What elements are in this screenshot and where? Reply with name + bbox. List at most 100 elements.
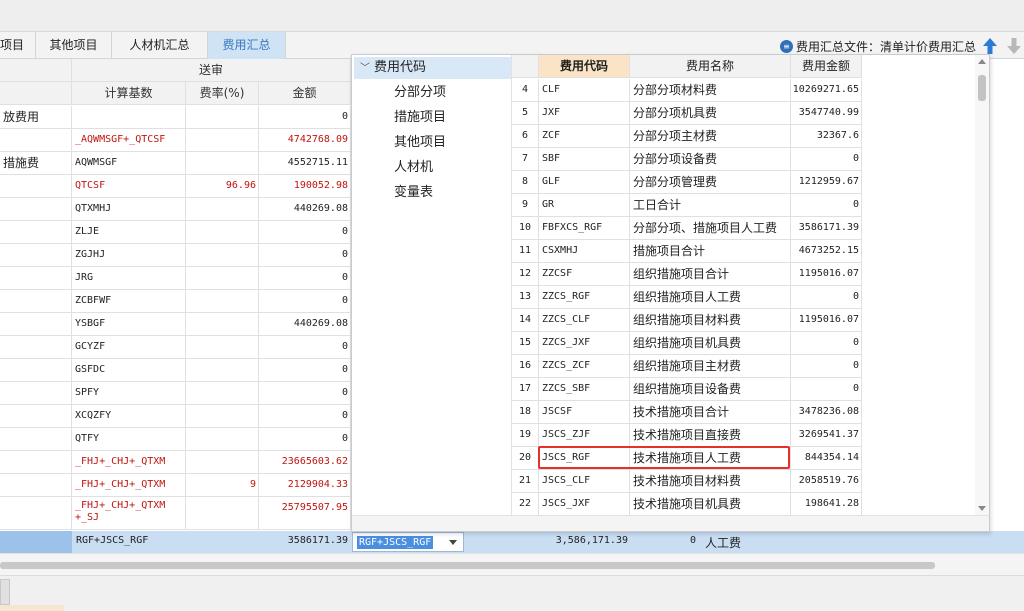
scroll-down-icon[interactable]	[978, 506, 986, 511]
table-row[interactable]: 12 ZZCSF 组织措施项目合计 1195016.07	[512, 263, 862, 286]
table-cell-code[interactable]: ZZCS_SBF	[539, 378, 630, 401]
table-cell-basis[interactable]: QTCSF	[72, 175, 186, 198]
table-cell-amount[interactable]: 4673252.15	[791, 240, 862, 263]
table-cell-rate[interactable]	[186, 198, 259, 221]
table-cell-rate[interactable]	[186, 129, 259, 152]
table-cell-code[interactable]: JSCSF	[539, 401, 630, 424]
chevron-down-icon[interactable]	[449, 540, 457, 545]
table-cell-rate[interactable]	[186, 290, 259, 313]
table-cell-basis[interactable]: _FHJ+_CHJ+_QTXM	[72, 474, 186, 497]
table-cell-name[interactable]	[0, 267, 72, 290]
table-cell-name[interactable]: 技术措施项目材料费	[630, 470, 791, 493]
chevron-down-icon[interactable]: ﹀	[360, 58, 370, 80]
tab-labor-material-summary[interactable]: 人材机汇总	[112, 32, 208, 59]
column-header-code[interactable]: 费用代码	[539, 55, 630, 78]
table-cell-name[interactable]	[0, 359, 72, 382]
table-cell-num[interactable]: 6	[512, 125, 539, 148]
table-cell-code[interactable]: JXF	[539, 102, 630, 125]
table-cell-name[interactable]: 分部分项机具费	[630, 102, 791, 125]
table-cell-name[interactable]	[0, 497, 72, 530]
table-cell-basis[interactable]	[72, 106, 186, 129]
table-cell-basis[interactable]: _AQWMSGF+_QTCSF	[72, 129, 186, 152]
table-cell-basis[interactable]: QTFY	[72, 428, 186, 451]
table-row[interactable]: 9 GR 工日合计 0	[512, 194, 862, 217]
table-cell-rate[interactable]	[186, 497, 259, 530]
table-cell-code[interactable]: GR	[539, 194, 630, 217]
tree-root-cost-code[interactable]: ﹀ 费用代码	[354, 57, 511, 79]
table-cell-rate[interactable]	[186, 244, 259, 267]
tree-item-measures[interactable]: 措施项目	[394, 108, 446, 128]
table-cell-name[interactable]	[0, 428, 72, 451]
vertical-scrollbar-thumb[interactable]	[978, 75, 986, 101]
table-cell-num[interactable]: 14	[512, 309, 539, 332]
table-cell-name[interactable]	[0, 221, 72, 244]
horizontal-scrollbar[interactable]	[0, 553, 1024, 575]
table-cell-amount[interactable]: 0	[791, 194, 862, 217]
table-cell-rate[interactable]	[186, 359, 259, 382]
table-cell-num[interactable]: 16	[512, 355, 539, 378]
table-cell-name[interactable]: 分部分项主材费	[630, 125, 791, 148]
table-cell-amount[interactable]: 440269.08	[259, 313, 351, 336]
table-cell-rate[interactable]	[186, 221, 259, 244]
table-cell-amount[interactable]: 0	[259, 221, 351, 244]
table-row[interactable]: 22 JSCS_JXF 技术措施项目机具费 198641.28	[512, 493, 862, 515]
table-row[interactable]: 15 ZZCS_JXF 组织措施项目机具费 0	[512, 332, 862, 355]
table-cell-amount[interactable]: 23665603.62	[259, 451, 351, 474]
table-cell-amount[interactable]: 0	[259, 359, 351, 382]
table-cell-num[interactable]: 17	[512, 378, 539, 401]
table-cell-code[interactable]: CLF	[539, 79, 630, 102]
table-cell-basis[interactable]: GSFDC	[72, 359, 186, 382]
table-cell-code[interactable]: ZZCSF	[539, 263, 630, 286]
table-cell-basis[interactable]: XCQZFY	[72, 405, 186, 428]
table-cell-name[interactable]: 分部分项管理费	[630, 171, 791, 194]
table-row[interactable]: 21 JSCS_CLF 技术措施项目材料费 2058519.76	[512, 470, 862, 493]
table-cell-num[interactable]: 10	[512, 217, 539, 240]
table-cell-amount[interactable]: 1195016.07	[791, 263, 862, 286]
table-cell-amount[interactable]: 2129904.33	[259, 474, 351, 497]
table-cell-num[interactable]: 19	[512, 424, 539, 447]
column-header-amount[interactable]: 费用金额	[791, 55, 862, 78]
table-cell-name[interactable]: 组织措施项目设备费	[630, 378, 791, 401]
table-cell-amount[interactable]: 25795507.95	[259, 497, 351, 530]
table-cell-amount[interactable]: 4742768.09	[259, 129, 351, 152]
table-cell-basis[interactable]: _FHJ+_CHJ+_QTXM	[72, 451, 186, 474]
table-cell-code[interactable]: GLF	[539, 171, 630, 194]
table-cell-rate[interactable]: 96.96	[186, 175, 259, 198]
table-cell-code[interactable]: ZZCS_CLF	[539, 309, 630, 332]
table-cell-code[interactable]: ZZCS_JXF	[539, 332, 630, 355]
table-cell-name[interactable]	[0, 405, 72, 428]
table-cell-basis[interactable]: JRG	[72, 267, 186, 290]
table-row[interactable]: 13 ZZCS_RGF 组织措施项目人工费 0	[512, 286, 862, 309]
table-cell-basis[interactable]: ZCBFWF	[72, 290, 186, 313]
table-cell-num[interactable]: 9	[512, 194, 539, 217]
table-cell-num[interactable]: 8	[512, 171, 539, 194]
table-cell-name[interactable]: 技术措施项目直接费	[630, 424, 791, 447]
scroll-up-icon[interactable]	[978, 59, 986, 64]
tab-other-items[interactable]: 其他项目	[36, 32, 112, 59]
table-row[interactable]: 5 JXF 分部分项机具费 3547740.99	[512, 102, 862, 125]
table-cell-amount[interactable]: 4552715.11	[259, 152, 351, 175]
table-cell-num[interactable]: 4	[512, 79, 539, 102]
table-cell-basis[interactable]: ZLJE	[72, 221, 186, 244]
table-cell-name[interactable]	[0, 129, 72, 152]
table-cell-amount[interactable]: 2058519.76	[791, 470, 862, 493]
table-cell-amount[interactable]: 0	[259, 244, 351, 267]
table-cell-rate[interactable]	[186, 336, 259, 359]
tree-item-variables[interactable]: 变量表	[394, 183, 433, 203]
tree-item-labor-material[interactable]: 人材机	[394, 158, 433, 178]
column-header-num[interactable]	[512, 55, 539, 78]
table-cell-code[interactable]: JSCS_CLF	[539, 470, 630, 493]
table-cell-amount[interactable]: 3478236.08	[791, 401, 862, 424]
tab-cost-summary[interactable]: 费用汇总	[208, 32, 286, 59]
table-cell-code[interactable]: CSXMHJ	[539, 240, 630, 263]
table-cell-name[interactable]: 组织措施项目机具费	[630, 332, 791, 355]
vertical-scrollbar[interactable]	[975, 55, 989, 515]
table-cell-name[interactable]: 分部分项、措施项目人工费	[630, 217, 791, 240]
table-cell-rate[interactable]	[186, 382, 259, 405]
move-down-arrow-icon[interactable]	[1006, 37, 1022, 55]
table-cell-name[interactable]: 组织措施项目材料费	[630, 309, 791, 332]
table-cell-name[interactable]	[0, 175, 72, 198]
table-cell-amount[interactable]: 0	[791, 355, 862, 378]
table-row[interactable]: 18 JSCSF 技术措施项目合计 3478236.08	[512, 401, 862, 424]
move-up-arrow-icon[interactable]	[982, 37, 998, 55]
